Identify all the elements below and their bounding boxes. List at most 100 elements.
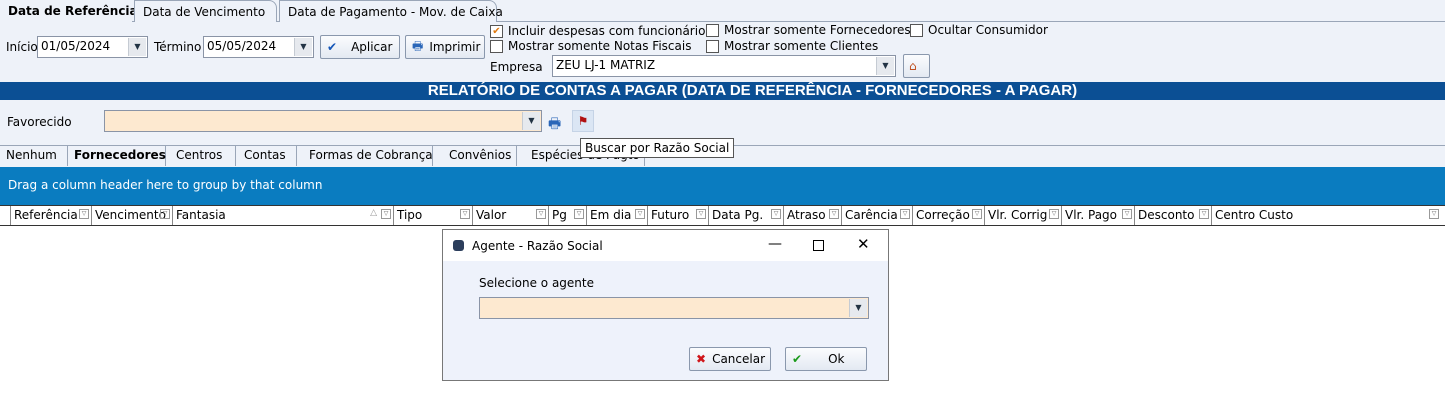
- dialog-titlebar: Agente - Razão Social — ✕: [443, 230, 888, 261]
- imprimir-button[interactable]: 🖶 Imprimir: [405, 35, 485, 59]
- filter-icon[interactable]: ▽: [829, 209, 839, 219]
- group-tab-centros[interactable]: Centros: [166, 146, 236, 166]
- x-icon: ✖: [696, 352, 706, 366]
- checkmark-icon: ✔: [327, 40, 337, 54]
- maximize-icon[interactable]: [813, 240, 824, 251]
- group-tab-fornecedores[interactable]: Fornecedores: [68, 146, 166, 166]
- checkbox-label: Incluir despesas com funcionários: [508, 24, 712, 38]
- checkbox-label: Mostrar somente Clientes: [724, 39, 878, 53]
- flashlight-search-icon[interactable]: ⚑: [572, 110, 594, 132]
- close-icon[interactable]: ✕: [857, 235, 870, 253]
- aplicar-button[interactable]: ✔ Aplicar: [320, 35, 400, 59]
- ok-button[interactable]: ✔ Ok: [785, 347, 867, 371]
- group-by-panel[interactable]: Drag a column header here to group by th…: [0, 167, 1445, 205]
- column-header-vlr-pago[interactable]: Vlr. Pago▽: [1061, 206, 1134, 225]
- column-header-atraso[interactable]: Atraso▽: [783, 206, 841, 225]
- column-header-fantasia[interactable]: Fantasia△▽: [172, 206, 393, 225]
- filter-icon[interactable]: ▽: [79, 209, 89, 219]
- report-title: RELATÓRIO DE CONTAS A PAGAR (DATA DE REF…: [0, 82, 1445, 100]
- filter-icon[interactable]: ▽: [900, 209, 910, 219]
- checkbox-box: [910, 24, 923, 37]
- column-header-vlr-corrig[interactable]: Vlr. Corrig▽: [984, 206, 1061, 225]
- checkbox-box: [706, 40, 719, 53]
- group-tab-convenios[interactable]: Convênios: [433, 146, 517, 166]
- imprimir-label: Imprimir: [429, 40, 480, 54]
- inicio-value: 01/05/2024: [41, 39, 110, 53]
- app-icon: [453, 240, 464, 251]
- column-header-pg[interactable]: Pg▽: [548, 206, 586, 225]
- filter-icon[interactable]: ▽: [1199, 209, 1209, 219]
- filter-icon[interactable]: ▽: [160, 209, 170, 219]
- checkbox-notas-fiscais[interactable]: Mostrar somente Notas Fiscais: [490, 39, 691, 53]
- column-header-referencia[interactable]: Referência▽: [10, 206, 91, 225]
- inicio-date-picker[interactable]: 01/05/2024 ▼: [37, 36, 148, 58]
- cancelar-button[interactable]: ✖ Cancelar: [689, 347, 771, 371]
- column-header-centro-custo[interactable]: Centro Custo▽: [1211, 206, 1445, 225]
- filter-icon[interactable]: ▽: [574, 209, 584, 219]
- chevron-down-icon[interactable]: ▼: [522, 112, 540, 130]
- favorecido-label: Favorecido: [7, 115, 72, 129]
- tab-data-vencimento[interactable]: Data de Vencimento: [134, 0, 277, 22]
- checkbox-label: Mostrar somente Fornecedores: [724, 23, 911, 37]
- column-header-correcao[interactable]: Correção▽: [912, 206, 984, 225]
- filter-icon[interactable]: ▽: [1122, 209, 1132, 219]
- tooltip: Buscar por Razão Social: [580, 138, 734, 158]
- column-header-valor[interactable]: Valor▽: [472, 206, 548, 225]
- checkbox-fornecedores[interactable]: Mostrar somente Fornecedores: [706, 23, 911, 37]
- filter-icon[interactable]: ▽: [771, 209, 781, 219]
- tab-data-pagamento[interactable]: Data de Pagamento - Mov. de Caixa: [279, 0, 497, 22]
- column-header-tipo[interactable]: Tipo▽: [393, 206, 472, 225]
- sort-asc-icon: △: [370, 208, 377, 218]
- checkbox-ocultar-consumidor[interactable]: Ocultar Consumidor: [910, 23, 1048, 37]
- filter-icon[interactable]: ▽: [460, 209, 470, 219]
- printer-icon[interactable]: 🖶: [548, 113, 561, 137]
- column-header-data-pg[interactable]: Data Pg.▽: [708, 206, 783, 225]
- termino-value: 05/05/2024: [207, 39, 276, 53]
- termino-date-picker[interactable]: 05/05/2024 ▼: [203, 36, 314, 58]
- empresa-select[interactable]: ZEU LJ-1 MATRIZ▼: [552, 55, 896, 77]
- filter-icon[interactable]: ▽: [1049, 209, 1059, 219]
- column-header-desconto[interactable]: Desconto▽: [1134, 206, 1211, 225]
- inicio-label: Início: [6, 40, 38, 54]
- checkbox-label: Ocultar Consumidor: [928, 23, 1048, 37]
- agente-dialog: Agente - Razão Social — ✕ Selecione o ag…: [442, 229, 889, 381]
- chevron-down-icon[interactable]: ▼: [128, 38, 146, 56]
- grid-header: Referência▽ Vencimento▽ Fantasia△▽ Tipo▽…: [0, 205, 1445, 226]
- checkbox-incluir-despesas[interactable]: ✔Incluir despesas com funcionários: [490, 24, 712, 38]
- column-header-futuro[interactable]: Futuro▽: [647, 206, 708, 225]
- chevron-down-icon[interactable]: ▼: [849, 299, 867, 317]
- chevron-down-icon[interactable]: ▼: [876, 57, 894, 75]
- filter-icon[interactable]: ▽: [696, 209, 706, 219]
- termino-label: Término: [154, 40, 201, 54]
- cancelar-label: Cancelar: [712, 352, 765, 366]
- filter-icon[interactable]: ▽: [635, 209, 645, 219]
- filter-icon[interactable]: ▽: [381, 209, 391, 219]
- favorecido-select[interactable]: ▼: [104, 110, 542, 132]
- group-hint: Drag a column header here to group by th…: [8, 178, 322, 192]
- checkbox-clientes[interactable]: Mostrar somente Clientes: [706, 39, 878, 53]
- checkbox-box: [490, 40, 503, 53]
- column-header-em-dia[interactable]: Em dia▽: [586, 206, 647, 225]
- column-header-carencia[interactable]: Carência▽: [841, 206, 912, 225]
- home-button[interactable]: ⌂: [903, 54, 930, 78]
- empresa-label: Empresa: [490, 60, 543, 74]
- checkmark-icon: ✔: [792, 352, 802, 366]
- dialog-title: Agente - Razão Social: [472, 239, 603, 253]
- checkbox-box: [706, 24, 719, 37]
- filter-icon[interactable]: ▽: [972, 209, 982, 219]
- agente-label: Selecione o agente: [479, 276, 594, 290]
- home-icon: ⌂: [909, 59, 917, 73]
- group-tab-formas-cobranca[interactable]: Formas de Cobrança: [297, 146, 433, 166]
- group-tab-contas[interactable]: Contas: [236, 146, 297, 166]
- chevron-down-icon[interactable]: ▼: [294, 38, 312, 56]
- agente-select[interactable]: ▼: [479, 297, 869, 319]
- printer-icon: 🖶: [412, 37, 423, 58]
- ok-label: Ok: [828, 352, 844, 366]
- column-header-vencimento[interactable]: Vencimento▽: [91, 206, 172, 225]
- tab-data-referencia[interactable]: Data de Referência: [0, 0, 132, 22]
- group-tab-nenhum[interactable]: Nenhum: [0, 146, 68, 166]
- aplicar-label: Aplicar: [351, 40, 392, 54]
- filter-icon[interactable]: ▽: [536, 209, 546, 219]
- minimize-icon[interactable]: —: [768, 236, 782, 252]
- filter-icon[interactable]: ▽: [1429, 209, 1439, 219]
